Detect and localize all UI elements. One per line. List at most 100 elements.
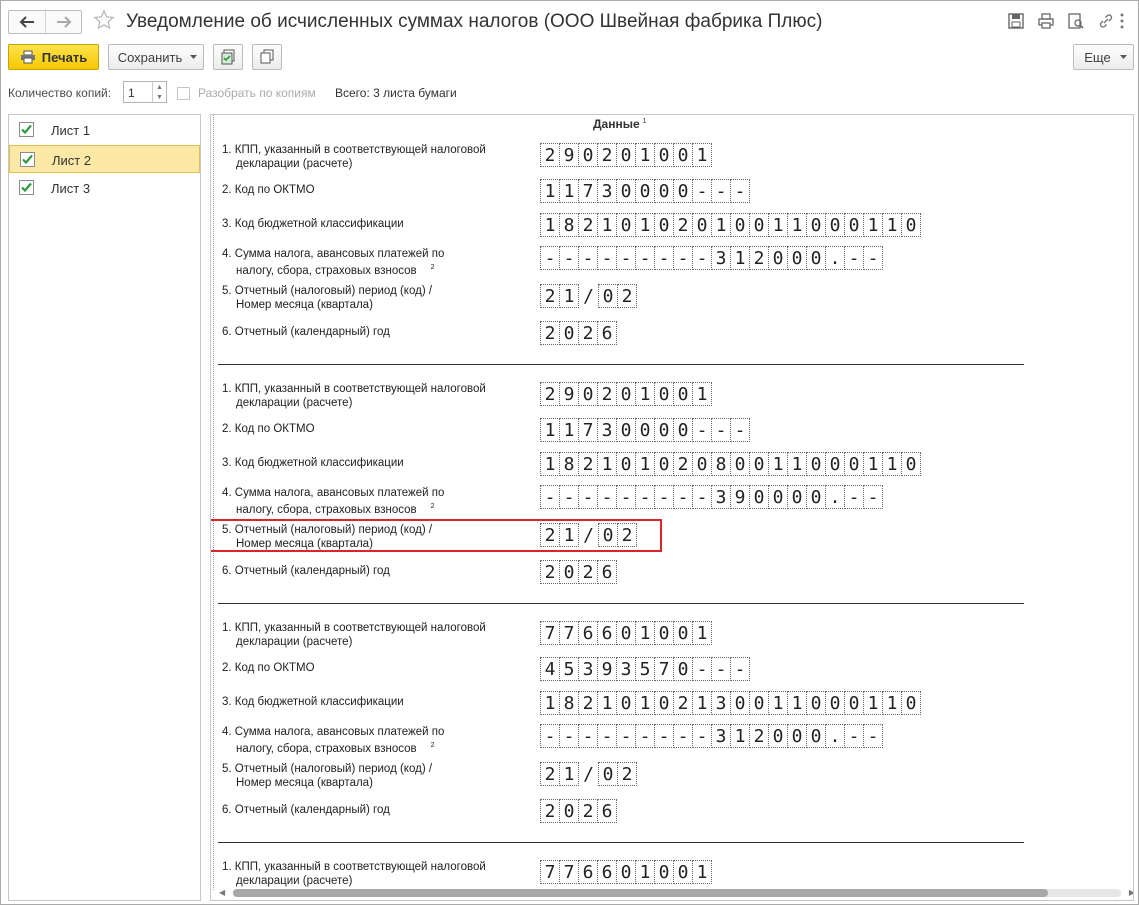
field-label-line: 4. Сумма налога, авансовых платежей по	[222, 486, 444, 500]
value-cell: 6	[597, 621, 617, 645]
value-cell: 1	[692, 382, 712, 406]
value-cell: 0	[787, 485, 807, 509]
link-icon[interactable]	[1097, 12, 1115, 30]
window: Уведомление об исчисленных суммах налого…	[0, 0, 1139, 905]
value-cell: 1	[635, 691, 655, 715]
sheet-list: Лист 1 Лист 2 Лист 3	[8, 114, 201, 901]
copy-check-icon	[221, 49, 235, 65]
stepper-up-icon[interactable]: ▲	[153, 82, 166, 92]
copy-to-clipboard-button[interactable]	[213, 44, 243, 70]
value-cell: 0	[692, 213, 712, 237]
value-cell: -	[540, 246, 560, 270]
value-cell: 1	[692, 691, 712, 715]
value-cell: 9	[559, 143, 579, 167]
value-cell: 1	[559, 284, 579, 308]
value-cells: 2 1/0 2	[540, 523, 637, 547]
value-cell: 0	[616, 143, 636, 167]
collate-label: Разобрать по копиям	[198, 86, 316, 100]
value-cell: -	[692, 724, 712, 748]
value-cell: 8	[559, 213, 579, 237]
value-cell: 0	[616, 621, 636, 645]
value-cell: 3	[711, 691, 731, 715]
value-cell: 0	[730, 452, 750, 476]
field-label-text: 4. Сумма налога, авансовых платежей по	[222, 248, 445, 260]
back-button[interactable]	[9, 11, 45, 33]
save-disk-icon[interactable]	[1007, 12, 1025, 30]
sheet-checkbox[interactable]	[19, 122, 34, 137]
field-label-line: декларации (расчете)	[222, 396, 486, 410]
value-cell: 3	[711, 485, 731, 509]
menu-dots-icon[interactable]	[1119, 12, 1133, 30]
copy-button[interactable]	[252, 44, 282, 70]
value-cell: 1	[540, 213, 560, 237]
value-cell: 0	[806, 213, 826, 237]
header-footnote: 1	[642, 118, 647, 125]
value-cell: 0	[616, 860, 636, 884]
copies-count-input[interactable]: 1 ▲ ▼	[123, 81, 167, 103]
value-cell: -	[844, 246, 864, 270]
collate-checkbox[interactable]: Разобрать по копиям	[177, 86, 316, 100]
favorite-star-icon[interactable]	[93, 9, 115, 31]
forward-button[interactable]	[45, 11, 81, 33]
value-cell: 0	[654, 621, 674, 645]
value-cell: -	[578, 724, 598, 748]
field-label-line: 2. Код по ОКТМО	[222, 183, 315, 197]
value-cell: 2	[540, 284, 560, 308]
value-cells: 2026	[540, 799, 617, 823]
document-preview[interactable]: Данные 1 1. КПП, указанный в соответствую…	[210, 114, 1134, 901]
value-cell: 0	[673, 418, 693, 442]
value-cell: -	[559, 485, 579, 509]
scrollbar-thumb[interactable]	[233, 889, 1048, 897]
checkmark-icon	[21, 124, 32, 135]
sheet-checkbox[interactable]	[19, 180, 34, 195]
value-cell: 9	[597, 657, 617, 681]
sheet-item-1[interactable]: Лист 1	[9, 116, 200, 144]
scroll-right-icon[interactable]: ▶	[1129, 888, 1133, 897]
value-cells: ---------312000.--	[540, 724, 883, 748]
print-button-label: Печать	[41, 49, 88, 65]
field-label: 1. КПП, указанный в соответствующей нало…	[222, 382, 486, 410]
horizontal-scrollbar[interactable]: ◀ ▶	[219, 888, 1133, 897]
value-cell: -	[692, 179, 712, 203]
footnote-mark: 2	[430, 742, 435, 749]
value-cell: 2	[617, 523, 637, 547]
value-cell: 2	[673, 691, 693, 715]
value-cell: 1	[635, 213, 655, 237]
field-label-text: декларации (расчете)	[236, 397, 353, 409]
value-cell: 8	[559, 691, 579, 715]
value-cell: 5	[559, 657, 579, 681]
value-cell: 5	[635, 657, 655, 681]
value-cell: 1	[730, 724, 750, 748]
more-button[interactable]: Еще	[1073, 44, 1134, 70]
value-cell: 9	[730, 485, 750, 509]
sheet-item-3[interactable]: Лист 3	[9, 174, 200, 202]
field-label-text: налогу, сбора, страховых взносов	[236, 503, 417, 516]
field-label-text: декларации (расчете)	[236, 636, 353, 648]
value-cell: 1	[597, 452, 617, 476]
value-cell: 3	[578, 657, 598, 681]
value-cell: -	[673, 485, 693, 509]
value-cell: 7	[540, 621, 560, 645]
value-cell: 1	[540, 418, 560, 442]
value-cell: 1	[711, 213, 731, 237]
print-button[interactable]: Печать	[8, 44, 99, 70]
save-button[interactable]: Сохранить	[108, 44, 204, 70]
value-cell: 2	[540, 321, 560, 345]
value-cells: 2 1/0 2	[540, 762, 637, 786]
preview-icon[interactable]	[1067, 12, 1085, 30]
value-cell: 2	[540, 523, 560, 547]
copies-stepper[interactable]: ▲ ▼	[152, 82, 166, 102]
field-label: 4. Сумма налога, авансовых платежей по на…	[222, 247, 444, 278]
sheet-checkbox[interactable]	[20, 152, 35, 167]
value-cell: 2	[578, 799, 598, 823]
checkbox-box[interactable]	[177, 86, 190, 100]
value-cell: .	[825, 724, 845, 748]
sheet-item-2[interactable]: Лист 2	[9, 145, 200, 173]
field-label-text: 2. Код по ОКТМО	[222, 184, 315, 196]
value-cell: 0	[825, 691, 845, 715]
field-label-line: 6. Отчетный (календарный) год	[222, 803, 390, 817]
stepper-down-icon[interactable]: ▼	[153, 92, 166, 102]
scroll-left-icon[interactable]: ◀	[219, 888, 225, 897]
printer-icon[interactable]	[1037, 12, 1055, 30]
value-cells: 45393570---	[540, 657, 750, 681]
